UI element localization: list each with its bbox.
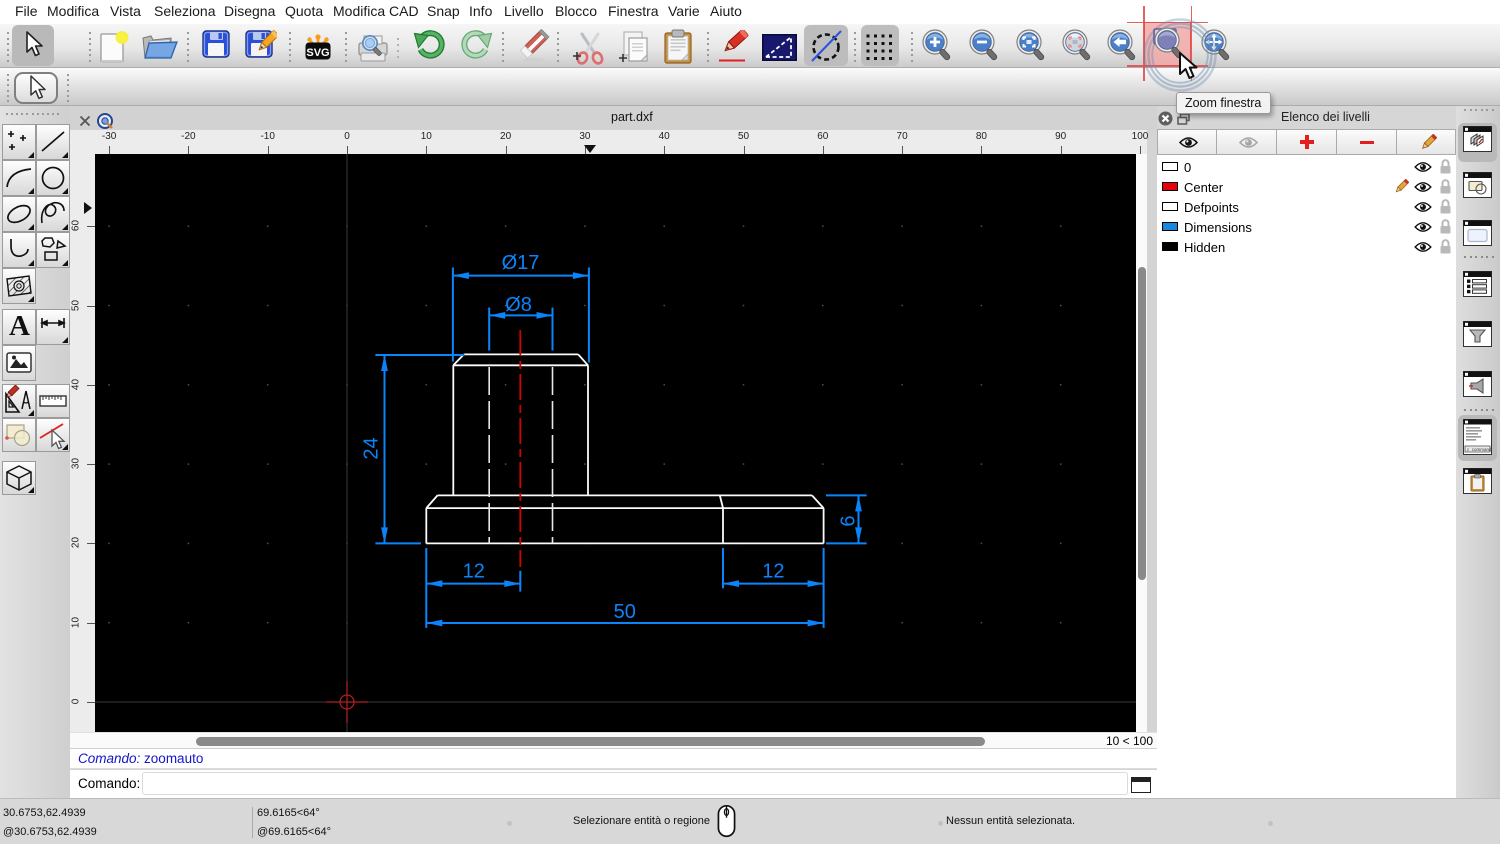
svg-text:50: 50	[614, 601, 636, 623]
svg-text:6: 6	[838, 515, 860, 526]
svg-text:c command: c command	[1467, 447, 1492, 452]
svg-text:12: 12	[463, 561, 485, 583]
svg-text:Ø8: Ø8	[505, 294, 532, 316]
svg-text:24: 24	[361, 437, 383, 459]
svg-text:12: 12	[762, 561, 784, 583]
svg-text:SVG: SVG	[306, 47, 329, 59]
svg-text:Ø17: Ø17	[502, 252, 540, 274]
